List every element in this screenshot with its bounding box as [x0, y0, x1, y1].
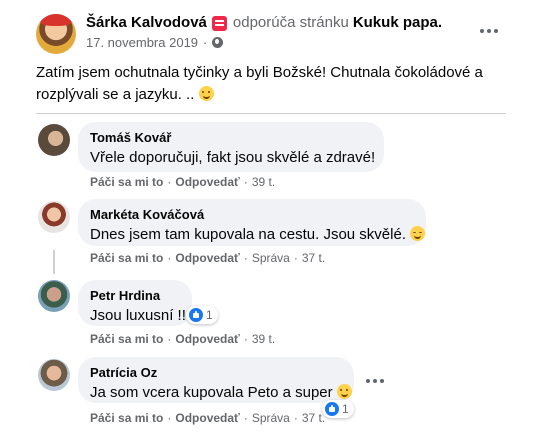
- reaction-count[interactable]: 1: [186, 306, 218, 324]
- comment-body: Ja som vcera kupovala Peto a super: [90, 384, 333, 401]
- reply-button[interactable]: Odpovedať: [175, 332, 239, 346]
- message-link[interactable]: Správa: [252, 411, 290, 425]
- commenter-name[interactable]: Tomáš Kovář: [90, 130, 372, 146]
- comment-text: Dnes jsem tam kupovala na cestu. Jsou sk…: [90, 225, 426, 245]
- post-header: Šárka Kalvodová odporúča stránku Kukuk p…: [86, 14, 442, 31]
- comment-time[interactable]: 39 t.: [252, 332, 275, 346]
- comment-actions: Páči sa mi to · Odpovedať · 39 t.: [90, 175, 276, 189]
- comment-bubble: Markéta Kováčová Dnes jsem tam kupovala …: [78, 199, 426, 246]
- reaction-count[interactable]: 1: [322, 400, 354, 418]
- like-reaction-icon: [325, 402, 339, 416]
- comment-bubble: Petr Hrdina Jsou luxusní !!: [78, 280, 192, 326]
- recommends-text: odporúča stránku: [232, 14, 349, 31]
- comment-text: Vřele doporučuji, fakt jsou skvělé a zdr…: [90, 149, 376, 166]
- author-avatar[interactable]: [36, 14, 76, 54]
- post-text: Zatím jsem ochutnala tyčinky a byli Božs…: [36, 62, 506, 106]
- smiling-emoji-icon: [198, 86, 214, 101]
- commenter-avatar[interactable]: [38, 201, 70, 233]
- reply-button[interactable]: Odpovedať: [175, 175, 239, 189]
- comment-time[interactable]: 37 t.: [302, 411, 325, 425]
- post-more-options-icon[interactable]: [478, 26, 500, 36]
- comment-text: Ja som vcera kupovala Peto a super: [90, 383, 352, 403]
- comment-time[interactable]: 37 t.: [302, 251, 325, 265]
- globe-icon: [212, 37, 224, 48]
- recommend-badge-icon: [211, 16, 227, 31]
- like-button[interactable]: Páči sa mi to: [90, 251, 163, 265]
- post-date[interactable]: 17. novembra 2019: [86, 35, 198, 50]
- reply-button[interactable]: Odpovedať: [175, 251, 239, 265]
- commenter-avatar[interactable]: [38, 280, 70, 312]
- comment-body: Dnes jsem tam kupovala na cestu. Jsou sk…: [90, 226, 406, 243]
- reaction-number: 1: [342, 402, 349, 416]
- comment-bubble: Patrícia Oz Ja som vcera kupovala Peto a…: [78, 357, 354, 403]
- like-button[interactable]: Páči sa mi to: [90, 175, 163, 189]
- divider: [36, 113, 506, 114]
- comment-bubble: Tomáš Kovář Vřele doporučuji, fakt jsou …: [78, 122, 384, 172]
- reply-button[interactable]: Odpovedať: [175, 411, 239, 425]
- commenter-avatar[interactable]: [38, 124, 70, 156]
- comment-actions: Páči sa mi to · Odpovedať · Správa · 37 t.: [90, 251, 326, 265]
- page-name-link[interactable]: Kukuk papa.: [353, 14, 442, 31]
- meta-separator: ·: [203, 35, 208, 50]
- post-meta: 17. novembra 2019 ·: [86, 35, 224, 50]
- comment-more-options-icon[interactable]: [366, 376, 384, 386]
- thread-line: [53, 250, 55, 274]
- comment-text: Jsou luxusní !!: [90, 307, 186, 324]
- commenter-name[interactable]: Patrícia Oz: [90, 365, 342, 381]
- comment-time[interactable]: 39 t.: [252, 175, 275, 189]
- commenter-name[interactable]: Petr Hrdina: [90, 288, 180, 304]
- winking-emoji-icon: [410, 226, 426, 241]
- like-button[interactable]: Páči sa mi to: [90, 332, 163, 346]
- reaction-number: 1: [206, 308, 213, 322]
- comment-actions: Páči sa mi to · Odpovedať · Správa · 37 t.: [90, 411, 326, 425]
- author-name[interactable]: Šárka Kalvodová: [86, 14, 207, 31]
- like-button[interactable]: Páči sa mi to: [90, 411, 163, 425]
- commenter-name[interactable]: Markéta Kováčová: [90, 207, 414, 223]
- commenter-avatar[interactable]: [38, 359, 70, 391]
- post-body: Zatím jsem ochutnala tyčinky a byli Božs…: [36, 64, 483, 103]
- message-link[interactable]: Správa: [252, 251, 290, 265]
- comment-actions: Páči sa mi to · Odpovedať · 39 t.: [90, 332, 276, 346]
- smiling-emoji-icon: [336, 384, 352, 399]
- like-reaction-icon: [189, 308, 203, 322]
